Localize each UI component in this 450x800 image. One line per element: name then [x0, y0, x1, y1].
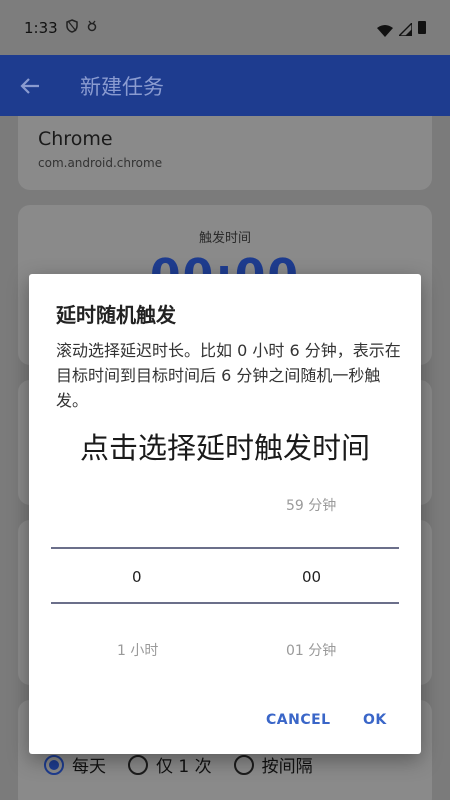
- minutes-picker-selected[interactable]: 00: [302, 568, 321, 586]
- app-package: com.android.chrome: [38, 156, 163, 170]
- cell-signal-icon: [397, 21, 413, 37]
- dialog-message: 滚动选择延迟时长。比如 0 小时 6 分钟，表示在目标时间到目标时间后 6 分钟…: [56, 341, 401, 410]
- wifi-icon: [377, 22, 393, 37]
- radio-checked-icon: [44, 754, 64, 775]
- target-app-card[interactable]: Chrome com.android.chrome: [18, 116, 432, 190]
- usb-debug-icon: [86, 19, 98, 37]
- page-title: 新建任务: [80, 74, 164, 99]
- radio-unchecked-icon: [233, 754, 254, 775]
- radio-unchecked-icon: [128, 754, 148, 775]
- repeat-option-interval[interactable]: 按间隔: [233, 752, 313, 777]
- cancel-button[interactable]: CANCEL: [266, 712, 331, 728]
- dialog-prompt[interactable]: 点击选择延时触发时间: [29, 425, 421, 467]
- delay-dialog: 延时随机触发 滚动选择延迟时长。比如 0 小时 6 分钟，表示在目标时间到目标时…: [29, 274, 421, 754]
- back-button[interactable]: [18, 74, 42, 98]
- repeat-option-label: 按间隔: [261, 757, 313, 777]
- dialog-title: 延时随机触发: [56, 303, 176, 327]
- minutes-picker-below[interactable]: 01 分钟: [286, 640, 336, 660]
- picker-divider-bottom: [51, 602, 399, 604]
- status-indicators: [377, 21, 426, 37]
- status-bar: 1:33: [0, 0, 450, 55]
- app-name: Chrome: [38, 128, 113, 150]
- arrow-left-icon: [20, 77, 39, 94]
- repeat-options: 每天 仅 1 次 按间隔: [44, 752, 313, 777]
- hours-picker-below[interactable]: 1 小时: [117, 640, 158, 660]
- repeat-option-label: 仅 1 次: [156, 757, 212, 777]
- repeat-option-once[interactable]: 仅 1 次: [128, 752, 212, 777]
- picker-divider-top: [51, 547, 399, 549]
- repeat-option-label: 每天: [72, 757, 106, 777]
- status-time: 1:33: [24, 18, 58, 37]
- battery-icon: [418, 21, 426, 34]
- repeat-option-daily[interactable]: 每天: [44, 752, 106, 777]
- minutes-picker-above[interactable]: 59 分钟: [286, 495, 336, 515]
- ok-button[interactable]: OK: [363, 712, 387, 728]
- trigger-time-label: 触发时间: [198, 231, 251, 246]
- app-bar: 新建任务: [0, 55, 450, 116]
- shield-icon: [65, 18, 78, 37]
- hours-picker-selected[interactable]: 0: [132, 568, 142, 586]
